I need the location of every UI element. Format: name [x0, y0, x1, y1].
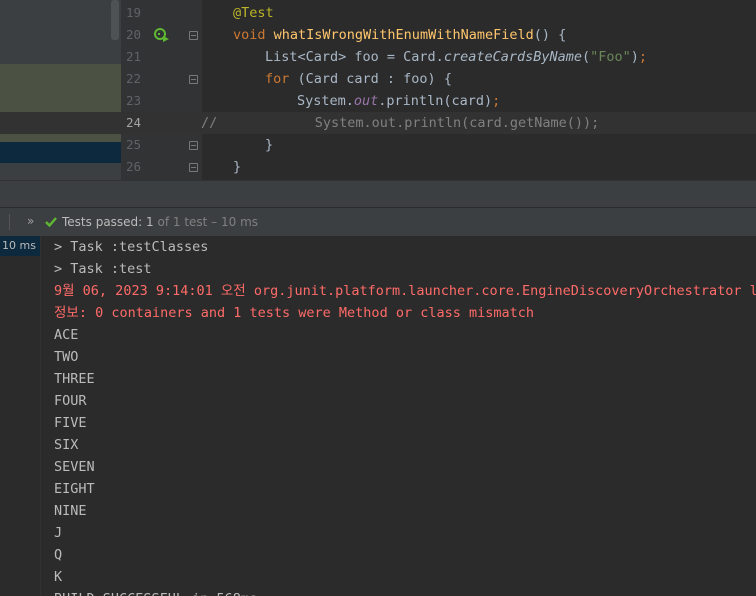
code-text: void whatIsWrongWithEnumWithNameField() …: [233, 24, 566, 46]
console-line: Q: [54, 547, 63, 563]
console-line: K: [54, 569, 63, 585]
code-text: for (Card card : foo) {: [265, 68, 452, 90]
expand-icon[interactable]: »: [27, 214, 34, 228]
code-token: ;: [492, 93, 501, 109]
code-line[interactable]: 24 // System.out.println(card.getName());: [0, 112, 756, 134]
code-text: @Test: [233, 2, 274, 24]
code-text: System.out.println(card);: [297, 90, 500, 112]
test-tree-row[interactable]: 10 ms: [0, 236, 40, 256]
fold-marker-icon[interactable]: [189, 163, 198, 172]
code-token: createCardsByName: [443, 49, 582, 65]
code-token: void: [233, 27, 274, 43]
code-token: out: [353, 93, 379, 109]
code-line[interactable]: 25}: [0, 134, 756, 156]
console-line: SEVEN: [54, 459, 95, 475]
status-prefix: Tests passed:: [62, 215, 147, 229]
line-number: 26: [126, 159, 142, 174]
console-line: TWO: [54, 349, 79, 365]
fold-marker-icon[interactable]: [189, 31, 198, 40]
code-line[interactable]: 26}: [0, 156, 756, 178]
code-text: // System.out.println(card.getName());: [201, 112, 599, 134]
code-token: (Card card : foo) {: [297, 71, 452, 87]
line-number: 21: [126, 49, 142, 64]
code-text: List<Card> foo = Card.createCardsByName(…: [265, 46, 647, 68]
console-line: J: [54, 525, 63, 541]
code-token: ;: [638, 49, 648, 65]
code-token: whatIsWrongWithEnumWithNameField: [273, 27, 534, 43]
console-line: THREE: [54, 371, 95, 387]
passed-count: 1: [146, 215, 154, 229]
code-token: List<Card> foo = Card.: [265, 49, 444, 65]
code-text: }: [265, 134, 273, 156]
code-token: for: [265, 71, 298, 87]
code-text: }: [233, 156, 241, 178]
check-icon: [45, 217, 57, 228]
code-token: () {: [533, 27, 567, 43]
test-tree[interactable]: 10 ms: [0, 236, 41, 596]
fold-marker-icon[interactable]: [189, 75, 198, 84]
console-line: SIX: [54, 437, 79, 453]
toolbar-separator: [9, 214, 10, 230]
code-line[interactable]: 21 List<Card> foo = Card.createCardsByNam…: [0, 46, 756, 68]
line-number: 20: [126, 27, 142, 42]
console-line: FOUR: [54, 393, 87, 409]
console-line: ACE: [54, 327, 79, 343]
fold-marker-icon[interactable]: [189, 141, 198, 150]
console-output[interactable]: > Task :testClasses > Task :test 9월 06, 20…: [41, 236, 756, 596]
code-token: .println(card): [378, 93, 493, 109]
console-error-line: 정보: 0 containers and 1 tests were Method…: [54, 305, 534, 321]
code-token: // System.out.println(card.getName());: [201, 115, 600, 131]
code-line[interactable]: 22 for (Card card : foo) {: [0, 68, 756, 90]
code-line[interactable]: 19 @Test: [0, 2, 756, 24]
code-line[interactable]: 20 void whatIsWrongWithEnumWithNameField(…: [0, 24, 756, 46]
line-number: 22: [126, 71, 142, 86]
console-line: BUILD SUCCESSFUL in 568ms: [54, 588, 257, 596]
status-suffix: of 1 test – 10 ms: [153, 215, 259, 229]
code-token: System.: [297, 93, 354, 109]
console-line: EIGHT: [54, 481, 95, 497]
console-line: FIVE: [54, 415, 87, 431]
code-token: ): [630, 49, 639, 65]
code-token: }: [265, 137, 274, 153]
console-error-line: 9월 06, 2023 9:14:01 오전 org.junit.platfor…: [54, 283, 756, 299]
console-line: NINE: [54, 503, 87, 519]
code-token: @Test: [233, 5, 274, 21]
panel-divider[interactable]: [0, 180, 756, 208]
code-line[interactable]: 23 System.out.println(card);: [0, 90, 756, 112]
line-number: 23: [126, 93, 142, 108]
line-number: 24: [126, 115, 142, 130]
test-status-text: Tests passed: 1 of 1 test – 10 ms: [62, 215, 258, 229]
code-token: (: [581, 49, 591, 65]
line-number: 19: [126, 5, 142, 20]
line-number: 25: [126, 137, 142, 152]
test-duration: 10 ms: [2, 239, 36, 252]
run-test-icon[interactable]: [154, 27, 170, 43]
console-line: > Task :testClasses: [54, 239, 209, 255]
test-results-toolbar: » Tests passed: 1 of 1 test – 10 ms: [0, 207, 756, 237]
code-token: }: [233, 159, 242, 175]
console-line: > Task :test: [54, 261, 152, 277]
code-token: "Foo": [590, 49, 631, 65]
